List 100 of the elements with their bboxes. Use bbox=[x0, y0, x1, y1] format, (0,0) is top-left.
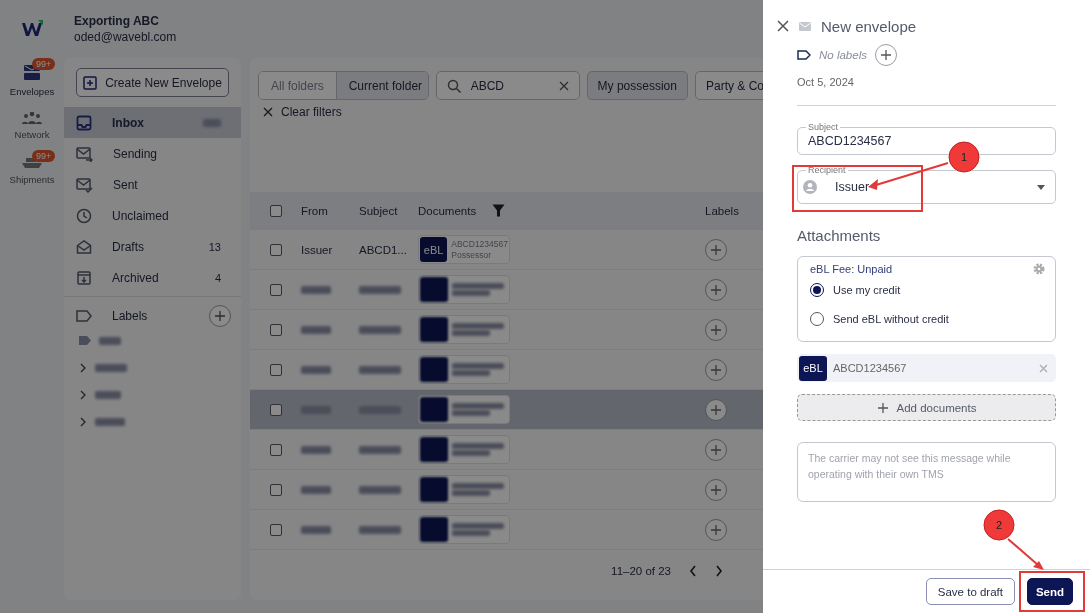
save-draft-button[interactable]: Save to draft bbox=[925, 578, 1015, 605]
folder-item[interactable]: Archived 4 bbox=[64, 262, 241, 293]
inbox-icon bbox=[76, 114, 92, 131]
radio-option[interactable]: Use my credit bbox=[810, 275, 1045, 304]
add-label-button[interactable] bbox=[874, 44, 897, 66]
close-icon[interactable] bbox=[777, 20, 789, 32]
select-all-checkbox[interactable] bbox=[270, 204, 282, 217]
remove-icon[interactable] bbox=[1039, 363, 1048, 373]
table-cell-text: ABCD1... bbox=[359, 243, 408, 256]
document-chip[interactable] bbox=[418, 355, 510, 384]
row-checkbox[interactable] bbox=[270, 403, 282, 416]
section-heading: Attachments bbox=[797, 227, 882, 244]
user-avatar-icon bbox=[803, 180, 817, 194]
add-label-button[interactable] bbox=[705, 478, 727, 501]
settings-icon[interactable] bbox=[1033, 263, 1045, 275]
document-chip[interactable] bbox=[418, 475, 510, 504]
add-documents-button[interactable]: Add documents bbox=[797, 394, 1056, 421]
chevron-right-icon[interactable] bbox=[79, 362, 87, 373]
pagination-range: 11–20 of 23 bbox=[611, 565, 671, 577]
add-label-button[interactable] bbox=[705, 318, 727, 341]
folder-item[interactable]: Inbox bbox=[64, 107, 241, 138]
blurred-badge bbox=[420, 517, 448, 542]
add-label-button[interactable] bbox=[705, 358, 727, 381]
document-role: Possessor bbox=[451, 250, 492, 260]
blurred-text bbox=[359, 325, 401, 334]
blurred-badge bbox=[420, 437, 448, 462]
folder-item[interactable]: Unclaimed bbox=[64, 200, 241, 231]
chevron-left-icon bbox=[689, 565, 697, 577]
labels-text: No labels bbox=[819, 49, 867, 61]
blurred-text bbox=[301, 405, 331, 414]
add-label-button[interactable] bbox=[705, 438, 727, 461]
tag-icon bbox=[79, 336, 91, 345]
folder-item[interactable]: Drafts 13 bbox=[64, 231, 241, 262]
envelope-date: Oct 5, 2024 bbox=[797, 76, 1056, 106]
caret-icon bbox=[1037, 184, 1045, 190]
create-envelope-button[interactable]: Create New Envelope bbox=[76, 68, 229, 97]
clear-icon[interactable] bbox=[558, 80, 569, 91]
row-checkbox[interactable] bbox=[270, 283, 282, 296]
add-label-button[interactable] bbox=[705, 238, 727, 261]
plus-square-icon bbox=[83, 75, 98, 90]
row-checkbox[interactable] bbox=[270, 323, 282, 336]
add-label-button[interactable] bbox=[705, 398, 727, 421]
document-chip[interactable] bbox=[418, 315, 510, 344]
blurred-text bbox=[359, 405, 401, 414]
rail-nav-item[interactable]: Network bbox=[2, 111, 62, 140]
send-button[interactable]: Send bbox=[1027, 578, 1073, 605]
scope-toggle-option[interactable]: All folders bbox=[259, 72, 336, 99]
document-chip[interactable] bbox=[418, 275, 510, 304]
blurred-text bbox=[359, 285, 401, 294]
filter-icon[interactable] bbox=[492, 204, 506, 217]
row-checkbox[interactable] bbox=[270, 243, 282, 256]
search-icon bbox=[446, 78, 461, 93]
row-checkbox[interactable] bbox=[270, 523, 282, 536]
chevron-right-icon[interactable] bbox=[79, 416, 87, 427]
tag-icon bbox=[76, 310, 92, 322]
document-type-badge: eBL bbox=[420, 237, 448, 262]
add-label-button[interactable] bbox=[705, 518, 727, 541]
filter-chip[interactable]: My possession bbox=[586, 71, 688, 100]
folder-item[interactable]: Sent bbox=[64, 169, 241, 200]
plus-icon bbox=[876, 401, 889, 414]
add-label-button[interactable] bbox=[209, 305, 231, 327]
callout-arrow bbox=[1007, 538, 1044, 570]
message-field[interactable]: The carrier may not see this message while operating with their own TMS bbox=[797, 442, 1056, 502]
blurred-text bbox=[301, 445, 331, 454]
blurred-text bbox=[301, 365, 331, 374]
highlight-box bbox=[1019, 571, 1085, 612]
document-chip[interactable] bbox=[418, 515, 510, 544]
add-label-button[interactable] bbox=[705, 278, 727, 301]
blurred-text bbox=[359, 485, 401, 494]
row-checkbox[interactable] bbox=[270, 443, 282, 456]
column-header: Documents bbox=[418, 204, 477, 217]
count-badge: 99+ bbox=[32, 58, 56, 70]
document-chip[interactable] bbox=[418, 395, 510, 424]
next-page-button[interactable] bbox=[715, 565, 723, 577]
folder-count: 13 bbox=[208, 240, 221, 253]
previous-page-button[interactable] bbox=[689, 565, 697, 577]
clock-icon bbox=[76, 207, 92, 224]
folder-count: 4 bbox=[214, 271, 221, 284]
tag-icon bbox=[797, 50, 811, 60]
clear-filters-link[interactable]: Clear filters bbox=[263, 105, 342, 119]
document-chip[interactable] bbox=[418, 435, 510, 464]
blurred-badge bbox=[420, 397, 448, 422]
attached-document: eBL ABCD1234567 bbox=[797, 354, 1056, 382]
account-email: oded@wavebl.com bbox=[74, 30, 177, 44]
filter-chip[interactable]: Party & Co bbox=[694, 71, 763, 100]
row-checkbox[interactable] bbox=[270, 483, 282, 496]
scope-toggle-option[interactable]: Current folder bbox=[335, 72, 428, 99]
radio-option[interactable]: Send eBL without credit bbox=[810, 304, 1045, 333]
document-type-badge: eBL bbox=[799, 355, 827, 381]
folder-item[interactable]: Sending bbox=[64, 138, 241, 169]
account-name: Exporting ABC bbox=[74, 14, 160, 28]
blurred-text bbox=[359, 525, 401, 534]
row-checkbox[interactable] bbox=[270, 363, 282, 376]
table-row[interactable] bbox=[250, 390, 763, 430]
chevron-right-icon[interactable] bbox=[79, 389, 87, 400]
step-badge: 2 bbox=[983, 509, 1015, 541]
envelope-icon bbox=[799, 21, 811, 31]
archive-box-icon bbox=[76, 269, 92, 286]
search-field[interactable]: ABCD bbox=[435, 71, 580, 100]
envelope-check-icon bbox=[76, 176, 93, 193]
